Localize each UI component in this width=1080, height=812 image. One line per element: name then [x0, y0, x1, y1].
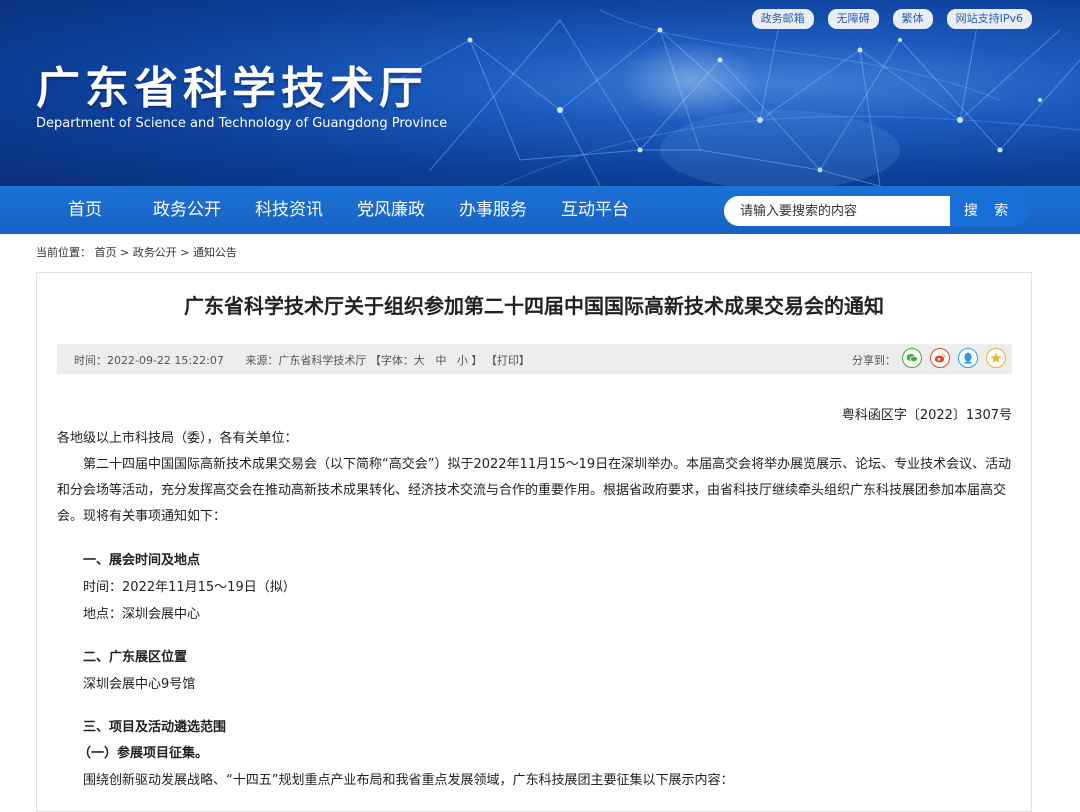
section1-time: 时间：2022年11月15～19日（拟） — [83, 580, 296, 595]
top-utility-links: 政务邮箱 无障碍 繁体 网站支持IPv6 — [751, 9, 1032, 29]
traditional-chinese-link[interactable]: 繁体 — [892, 9, 933, 29]
article-meta: 时间：2022-09-22 15:22:07 来源：广东省科学技术厅 【字体：大… — [74, 352, 530, 368]
search-input[interactable] — [724, 196, 950, 226]
article-title: 广东省科学技术厅关于组织参加第二十四届中国国际高新技术成果交易会的通知 — [184, 294, 884, 318]
site-title: 广东省科学技术厅 — [36, 63, 428, 114]
breadcrumb-separator: > — [180, 246, 190, 259]
font-size-close: 】 — [471, 354, 483, 367]
section3-subheading: （一）参展项目征集。 — [78, 746, 209, 761]
nav-item-sci-news[interactable]: 科技资讯 — [255, 186, 323, 234]
qq-icon[interactable] — [958, 348, 978, 368]
print-button[interactable]: 【打印】 — [486, 354, 530, 367]
article-source: 来源：广东省科学技术厅 — [245, 354, 367, 367]
search-button[interactable]: 搜 索 — [950, 196, 1028, 226]
gov-mailbox-link[interactable]: 政务邮箱 — [751, 9, 814, 29]
section2-text: 深圳会展中心9号馆 — [83, 677, 196, 692]
intro-paragraph: 第二十四届中国国际高新技术成果交易会（以下简称“高交会”）拟于2022年11月1… — [57, 457, 1012, 524]
share-label: 分享到： — [852, 354, 896, 367]
font-size-large-button[interactable]: 大 — [414, 354, 425, 367]
nav-item-interaction[interactable]: 互动平台 — [561, 186, 629, 234]
ipv6-badge[interactable]: 网站支持IPv6 — [946, 9, 1032, 29]
publish-time: 时间：2022-09-22 15:22:07 — [74, 354, 224, 367]
breadcrumb-prefix: 当前位置： — [36, 246, 91, 259]
accessibility-link[interactable]: 无障碍 — [827, 9, 879, 29]
nav-item-home[interactable]: 首页 — [68, 186, 102, 234]
section1-heading: 一、展会时间及地点 — [83, 553, 201, 568]
nav-item-party-integrity[interactable]: 党风廉政 — [357, 186, 425, 234]
salutation: 各地级以上市科技局（委），各有关单位： — [57, 431, 298, 446]
document-number: 粤科函区字〔2022〕1307号 — [841, 408, 1012, 423]
section3-heading: 三、项目及活动遴选范围 — [83, 720, 227, 735]
font-size-medium-button[interactable]: 中 — [435, 354, 446, 367]
section2-heading: 二、广东展区位置 — [83, 650, 188, 665]
qzone-icon[interactable] — [986, 348, 1006, 368]
weibo-icon[interactable] — [930, 348, 950, 368]
site-header-banner: 政务邮箱 无障碍 繁体 网站支持IPv6 广东省科学技术厅 Department… — [0, 0, 1080, 186]
site-subtitle: Department of Science and Technology of … — [36, 116, 448, 131]
breadcrumb-separator: > — [120, 246, 130, 259]
breadcrumb-notices[interactable]: 通知公告 — [193, 246, 237, 259]
font-size-small-button[interactable]: 小 — [457, 354, 468, 367]
font-size-label: 【字体： — [369, 354, 414, 367]
nav-item-gov-affairs[interactable]: 政务公开 — [153, 186, 221, 234]
section3-text: 围绕创新驱动发展战略、“十四五”规划重点产业布局和我省重点发展领域，广东科技展团… — [83, 773, 734, 788]
breadcrumb-home[interactable]: 首页 — [95, 246, 117, 259]
nav-item-services[interactable]: 办事服务 — [459, 186, 527, 234]
breadcrumb-gov-affairs[interactable]: 政务公开 — [133, 246, 177, 259]
breadcrumb: 当前位置： 首页 > 政务公开 > 通知公告 — [36, 244, 237, 260]
wechat-icon[interactable] — [902, 348, 922, 368]
section1-place: 地点：深圳会展中心 — [83, 607, 201, 622]
